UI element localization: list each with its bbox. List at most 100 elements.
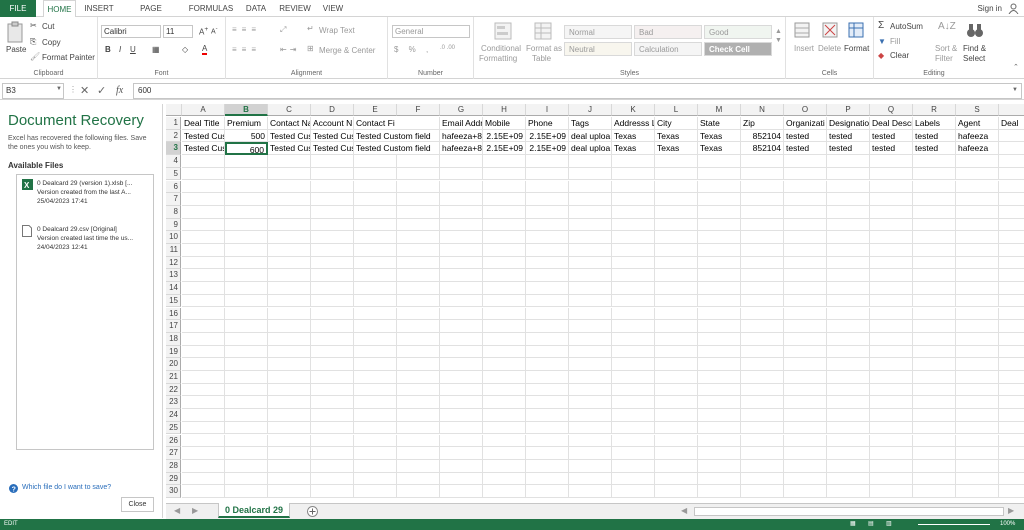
grid-cell[interactable] <box>956 307 999 321</box>
increase-font-icon[interactable]: A+ <box>199 26 208 37</box>
row-header[interactable]: 8 <box>166 205 181 219</box>
grid-cell[interactable] <box>182 396 225 410</box>
grid-cell[interactable] <box>913 218 956 232</box>
grid-cell[interactable] <box>182 320 225 333</box>
grid-cell[interactable] <box>483 485 526 498</box>
grid-cell[interactable] <box>397 155 440 168</box>
grid-cell[interactable]: Tested Cus <box>311 142 354 156</box>
grid-cell[interactable] <box>483 421 526 435</box>
grid-cell[interactable] <box>956 358 999 371</box>
decrease-font-icon[interactable]: A- <box>211 26 218 35</box>
grid-cell[interactable] <box>569 358 612 371</box>
grid-cell[interactable] <box>784 244 827 257</box>
grid-cell[interactable] <box>784 307 827 321</box>
grid-cell[interactable] <box>956 459 999 473</box>
paste-button[interactable]: Paste <box>6 45 26 54</box>
grid-cell[interactable] <box>354 193 397 206</box>
next-sheet-icon[interactable]: ▶ <box>192 506 198 515</box>
grid-cell[interactable] <box>913 294 956 308</box>
grid-cell[interactable] <box>827 358 870 371</box>
grid-cell[interactable] <box>569 244 612 257</box>
grid-cell[interactable] <box>225 282 268 295</box>
style-good[interactable]: Good <box>704 25 772 39</box>
grid-cell[interactable] <box>182 218 225 232</box>
grid-cell[interactable] <box>397 307 440 321</box>
grid-cell[interactable] <box>569 282 612 295</box>
grid-cell[interactable] <box>870 155 913 168</box>
grid-cell[interactable] <box>956 155 999 168</box>
grid-cell[interactable] <box>999 219 1024 232</box>
number-format-combo[interactable]: General <box>392 25 470 38</box>
grid-cell[interactable] <box>655 167 698 181</box>
grid-cell[interactable] <box>440 155 483 168</box>
column-header[interactable]: E <box>354 104 397 116</box>
grid-cell[interactable] <box>397 320 440 333</box>
grid-cell[interactable] <box>397 282 440 295</box>
grid-cell[interactable]: tested <box>870 142 913 156</box>
grid-cell[interactable] <box>440 434 483 448</box>
grid-cell[interactable] <box>913 371 956 384</box>
vertical-align-icons[interactable]: ≡≡≡ <box>232 25 261 34</box>
grid-cell[interactable] <box>311 269 354 283</box>
grid-cell[interactable] <box>913 332 956 346</box>
grid-cell[interactable] <box>956 256 999 270</box>
grid-cell[interactable] <box>311 345 354 359</box>
grid-cell[interactable] <box>784 155 827 168</box>
grid-cell[interactable] <box>913 256 956 270</box>
grid-cell[interactable] <box>397 345 440 359</box>
grid-cell[interactable]: tested <box>870 129 913 143</box>
grid-cell[interactable] <box>612 231 655 244</box>
grid-cell[interactable] <box>827 459 870 473</box>
grid-cell[interactable] <box>655 383 698 397</box>
grid-cell[interactable] <box>913 358 956 371</box>
grid-cell[interactable] <box>913 421 956 435</box>
grid-cell[interactable] <box>827 447 870 460</box>
grid-cell[interactable] <box>827 244 870 257</box>
row-header[interactable]: 9 <box>166 218 181 232</box>
grid-cell[interactable]: 2.15E+09 <box>483 129 526 143</box>
grid-cell[interactable] <box>311 294 354 308</box>
grid-cell[interactable] <box>870 294 913 308</box>
grid-cell[interactable] <box>741 167 784 181</box>
grid-cell[interactable] <box>870 231 913 244</box>
grid-cell[interactable] <box>870 383 913 397</box>
grid-cell[interactable] <box>913 231 956 244</box>
add-sheet-icon[interactable] <box>307 506 318 517</box>
row-header[interactable]: 11 <box>166 244 181 257</box>
grid-cell[interactable] <box>999 244 1024 257</box>
row-header[interactable]: 3 <box>166 142 181 156</box>
grid-cell[interactable] <box>612 459 655 473</box>
grid-cell[interactable] <box>999 295 1024 308</box>
grid-cell[interactable]: Tested Cus <box>182 142 225 156</box>
grid-cell[interactable] <box>268 218 311 232</box>
grid-cell[interactable] <box>999 460 1024 473</box>
grid-cell[interactable] <box>526 244 569 257</box>
grid-cell[interactable] <box>483 155 526 168</box>
grid-cell[interactable] <box>268 345 311 359</box>
style-check-cell[interactable]: Check Cell <box>704 42 772 56</box>
grid-cell[interactable] <box>784 358 827 371</box>
grid-cell[interactable] <box>870 167 913 181</box>
grid-cell[interactable] <box>526 307 569 321</box>
grid-cell[interactable] <box>440 447 483 460</box>
grid-cell[interactable] <box>397 193 440 206</box>
indent-icons[interactable]: ⇤⇥ <box>280 45 299 54</box>
zoom-slider[interactable] <box>918 524 990 525</box>
grid-cell[interactable]: deal uploa <box>569 129 612 143</box>
grid-cell[interactable] <box>354 205 397 219</box>
grid-cell[interactable] <box>827 396 870 410</box>
grid-cell[interactable] <box>612 383 655 397</box>
grid-cell[interactable] <box>268 180 311 194</box>
grid-cell[interactable] <box>999 308 1024 321</box>
grid-cell[interactable] <box>827 320 870 333</box>
grid-cell[interactable] <box>526 218 569 232</box>
grid-cell[interactable] <box>526 421 569 435</box>
font-color-icon[interactable]: A <box>202 44 208 55</box>
grid-cell[interactable] <box>311 332 354 346</box>
grid-cell[interactable] <box>655 459 698 473</box>
grid-cell[interactable] <box>483 320 526 333</box>
sign-in-link[interactable]: Sign in <box>978 0 1002 17</box>
grid-cell[interactable] <box>698 269 741 283</box>
grid-cell[interactable] <box>440 345 483 359</box>
grid-cell[interactable] <box>354 396 397 410</box>
